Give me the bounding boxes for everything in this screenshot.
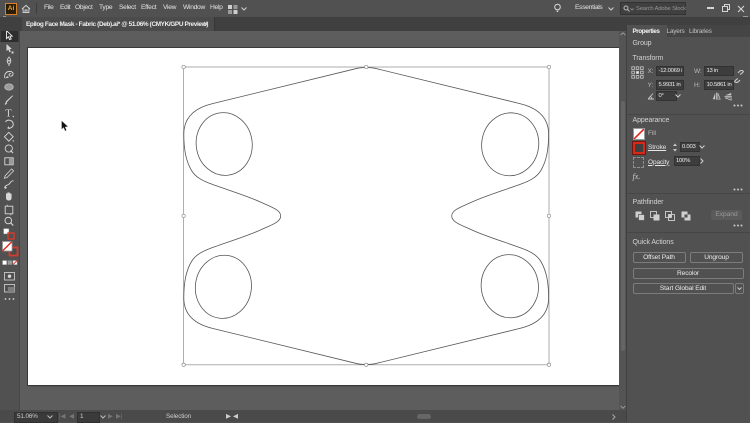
svg-text:T: T	[5, 109, 12, 120]
